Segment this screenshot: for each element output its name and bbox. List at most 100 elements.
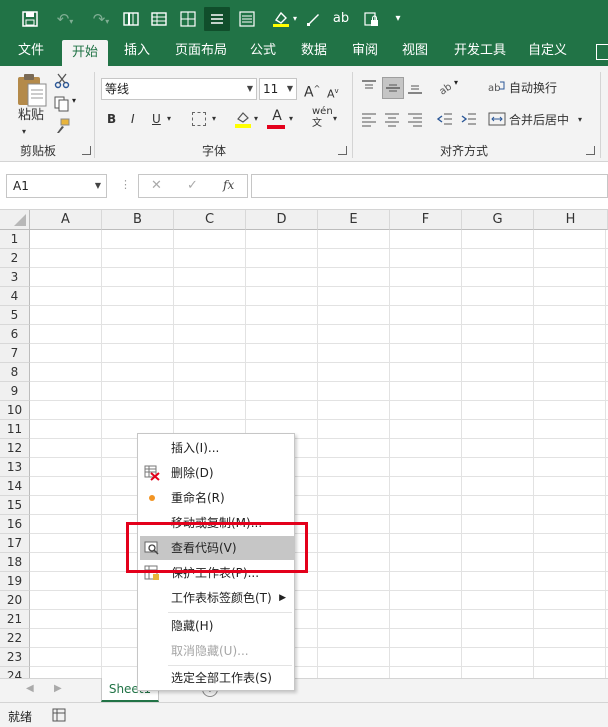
row-header[interactable]: 20 xyxy=(0,591,30,610)
increase-indent-icon[interactable] xyxy=(460,110,480,130)
row-header[interactable]: 12 xyxy=(0,439,30,458)
column-header[interactable]: G xyxy=(462,210,534,230)
copy-icon[interactable]: ▾ xyxy=(54,96,80,112)
name-box-dropdown-icon[interactable]: ▼ xyxy=(95,175,101,197)
row-header[interactable]: 9 xyxy=(0,382,30,401)
freeze-panes-icon[interactable] xyxy=(120,7,142,31)
macro-record-icon[interactable] xyxy=(52,708,66,722)
enter-icon[interactable]: ✓ xyxy=(187,178,198,193)
menu-item-insert[interactable]: 插入(I)... xyxy=(138,436,294,460)
row-header[interactable]: 10 xyxy=(0,401,30,420)
column-header[interactable]: C xyxy=(174,210,246,230)
align-center-icon[interactable] xyxy=(383,110,403,130)
scroll-left-icon[interactable]: ◀ xyxy=(26,683,34,694)
row-header[interactable]: 1 xyxy=(0,230,30,249)
menu-item-delete[interactable]: 删除(D) xyxy=(138,461,294,485)
row-header[interactable]: 6 xyxy=(0,325,30,344)
row-header[interactable]: 3 xyxy=(0,268,30,287)
column-header[interactable]: A xyxy=(30,210,102,230)
tab-insert[interactable]: 插入 xyxy=(124,38,150,66)
tab-developer[interactable]: 开发工具 xyxy=(454,38,506,66)
align-top-icon[interactable] xyxy=(360,78,380,98)
row-header[interactable]: 2 xyxy=(0,249,30,268)
align-middle-icon[interactable] xyxy=(382,77,404,99)
tab-custom[interactable]: 自定义 xyxy=(528,38,567,66)
font-size-combo[interactable]: 11 ▼ xyxy=(259,78,297,100)
alignment-launcher-icon[interactable] xyxy=(586,146,595,155)
font-color-icon[interactable]: A xyxy=(267,108,287,130)
column-header[interactable]: E xyxy=(318,210,390,230)
font-size-dropdown-icon[interactable]: ▼ xyxy=(287,79,293,99)
row-header[interactable]: 7 xyxy=(0,344,30,363)
align-left-icon[interactable] xyxy=(360,110,380,130)
row-header[interactable]: 8 xyxy=(0,363,30,382)
merge-center-icon[interactable] xyxy=(488,110,508,130)
table-icon[interactable] xyxy=(148,7,170,31)
row-header[interactable]: 23 xyxy=(0,648,30,667)
save-icon[interactable] xyxy=(18,7,42,31)
row-header[interactable]: 13 xyxy=(0,458,30,477)
font-launcher-icon[interactable] xyxy=(338,146,347,155)
orientation-icon[interactable]: ab ▾ xyxy=(436,78,458,98)
tab-overflow-icon[interactable] xyxy=(596,44,608,60)
tab-view[interactable]: 视图 xyxy=(402,38,428,66)
column-header[interactable]: D xyxy=(246,210,318,230)
phonetic-guide-icon[interactable]: wén 文 xyxy=(312,106,333,130)
row-header[interactable]: 21 xyxy=(0,610,30,629)
cancel-icon[interactable]: ✕ xyxy=(151,178,162,193)
bold-button[interactable]: B xyxy=(107,109,116,129)
border-icon[interactable] xyxy=(192,112,206,126)
align-justify-icon[interactable] xyxy=(204,7,230,31)
lock-cell-icon[interactable] xyxy=(360,7,382,31)
redo-icon[interactable]: ↷▾ xyxy=(86,7,116,31)
row-header[interactable]: 14 xyxy=(0,477,30,496)
paste-icon[interactable] xyxy=(14,72,48,107)
column-header[interactable]: F xyxy=(390,210,462,230)
fill-color-icon[interactable] xyxy=(234,110,252,128)
row-header[interactable]: 18 xyxy=(0,553,30,572)
decrease-indent-icon[interactable] xyxy=(436,110,456,130)
fill-color-icon[interactable]: ▾ xyxy=(265,7,297,31)
scroll-right-icon[interactable]: ▶ xyxy=(54,683,62,694)
column-header[interactable]: H xyxy=(534,210,608,230)
row-header[interactable]: 5 xyxy=(0,306,30,325)
font-name-combo[interactable]: 等线 ▼ xyxy=(101,78,257,100)
menu-item-tab-color[interactable]: 工作表标签颜色(T) ▶ xyxy=(138,586,294,610)
phonetic-dropdown-icon[interactable]: ▾ xyxy=(333,109,337,129)
format-painter-icon[interactable] xyxy=(302,7,324,31)
wrap-text-icon[interactable]: ab xyxy=(488,78,508,98)
underline-button[interactable]: U xyxy=(152,109,161,129)
tab-page-layout[interactable]: 页面布局 xyxy=(175,38,227,66)
underline-dropdown-icon[interactable]: ▾ xyxy=(167,109,171,129)
phonetic-icon[interactable]: ab xyxy=(330,7,352,31)
name-box[interactable]: A1 ▼ xyxy=(6,174,107,198)
row-header[interactable]: 16 xyxy=(0,515,30,534)
cut-icon[interactable] xyxy=(54,73,70,89)
customize-qat-icon[interactable]: ▾ xyxy=(390,7,406,31)
worksheet-grid[interactable]: A B C D E F G H 1 2 3 4 5 6 7 8 9 10 11 … xyxy=(0,210,608,678)
row-header[interactable]: 17 xyxy=(0,534,30,553)
row-header[interactable]: 4 xyxy=(0,287,30,306)
tab-formulas[interactable]: 公式 xyxy=(250,38,276,66)
shrink-font-icon[interactable]: Av xyxy=(327,81,339,105)
font-color-dropdown-icon[interactable]: ▾ xyxy=(289,109,293,129)
select-all-corner[interactable] xyxy=(0,210,30,230)
borders-icon[interactable] xyxy=(177,7,199,31)
insert-function-icon[interactable]: fx xyxy=(223,178,234,192)
paste-dropdown-icon[interactable]: ▾ xyxy=(22,122,26,142)
menu-item-hide[interactable]: 隐藏(H) xyxy=(138,614,294,638)
grow-font-icon[interactable]: A^ xyxy=(304,79,320,103)
italic-button[interactable]: I xyxy=(131,109,135,129)
row-header[interactable]: 15 xyxy=(0,496,30,515)
fill-color-dropdown-icon[interactable]: ▾ xyxy=(254,109,258,129)
column-header[interactable]: B xyxy=(102,210,174,230)
font-name-dropdown-icon[interactable]: ▼ xyxy=(247,79,253,99)
align-bottom-icon[interactable] xyxy=(406,78,426,98)
row-header[interactable]: 19 xyxy=(0,572,30,591)
formula-input[interactable] xyxy=(251,174,608,198)
tab-review[interactable]: 审阅 xyxy=(352,38,378,66)
menu-item-rename[interactable]: 重命名(R) xyxy=(138,486,294,510)
tab-data[interactable]: 数据 xyxy=(301,38,327,66)
wrap-text-button[interactable]: 自动换行 xyxy=(509,78,557,98)
border-dropdown-icon[interactable]: ▾ xyxy=(212,109,216,129)
